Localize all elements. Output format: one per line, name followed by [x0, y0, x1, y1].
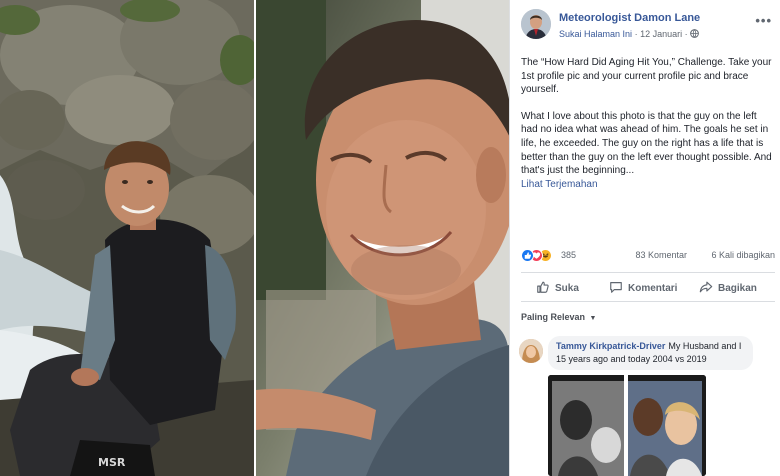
- like-page-link[interactable]: Sukai Halaman Ini: [559, 29, 632, 39]
- current-man-photo-illustration: [256, 0, 509, 476]
- like-label: Suka: [555, 283, 579, 294]
- comment-photo-illustration: [548, 375, 706, 476]
- commenter-avatar[interactable]: [519, 339, 543, 363]
- post-paragraph-1: The “How Hard Did Aging Hit You,” Challe…: [521, 57, 772, 96]
- reaction-count[interactable]: 385: [561, 250, 576, 260]
- post-date[interactable]: 12 Januari: [640, 29, 682, 39]
- post-text: The “How Hard Did Aging Hit You,” Challe…: [521, 56, 773, 191]
- meta-separator: ·: [634, 29, 638, 39]
- author-avatar[interactable]: [521, 9, 551, 39]
- photo-left-young: MSR: [0, 0, 254, 476]
- post-header: Meteorologist Damon Lane Sukai Halaman I…: [521, 9, 776, 41]
- caret-down-icon: ▼: [589, 315, 597, 322]
- like-reaction-icon: [521, 249, 534, 262]
- comment-attached-photo[interactable]: [548, 375, 706, 476]
- comment-label: Komentari: [628, 283, 678, 294]
- svg-text:MSR: MSR: [98, 456, 126, 469]
- post-meta: Sukai Halaman Ini · 12 Januari ·: [559, 29, 700, 39]
- action-bar: Suka Komentari Bagikan: [521, 272, 775, 302]
- young-man-photo-illustration: MSR: [0, 0, 254, 476]
- comment-icon: [610, 282, 622, 293]
- comment-count[interactable]: 83 Komentar: [635, 250, 687, 260]
- comment-sort-dropdown[interactable]: Paling Relevan ▼: [521, 312, 596, 322]
- share-label: Bagikan: [718, 283, 757, 294]
- photo-right-current: [256, 0, 509, 476]
- avatar-image: [521, 9, 551, 39]
- author-name[interactable]: Meteorologist Damon Lane: [559, 12, 700, 24]
- reactions-row: 385 83 Komentar 6 Kali dibagikan: [521, 249, 775, 263]
- meta-separator-2: ·: [684, 29, 688, 39]
- commenter-avatar-image: [519, 339, 543, 363]
- share-button[interactable]: Bagikan: [699, 280, 757, 294]
- post-photo[interactable]: MSR: [0, 0, 509, 476]
- like-button[interactable]: Suka: [536, 280, 579, 294]
- comment-button[interactable]: Komentari: [609, 280, 677, 294]
- sort-label: Paling Relevan: [521, 312, 586, 322]
- post-side-panel: Meteorologist Damon Lane Sukai Halaman I…: [509, 0, 780, 476]
- thumbs-up-icon: [537, 281, 549, 293]
- globe-icon: [690, 29, 700, 39]
- comment-bubble: Tammy Kirkpatrick-Driver My Husband and I…: [548, 336, 753, 370]
- share-icon: [699, 281, 713, 293]
- commenter-name[interactable]: Tammy Kirkpatrick-Driver: [556, 341, 665, 351]
- more-icon[interactable]: •••: [755, 13, 772, 28]
- share-count[interactable]: 6 Kali dibagikan: [711, 250, 775, 260]
- see-translation-link[interactable]: Lihat Terjemahan: [521, 178, 773, 192]
- post-paragraph-2: What I love about this photo is that the…: [521, 110, 772, 177]
